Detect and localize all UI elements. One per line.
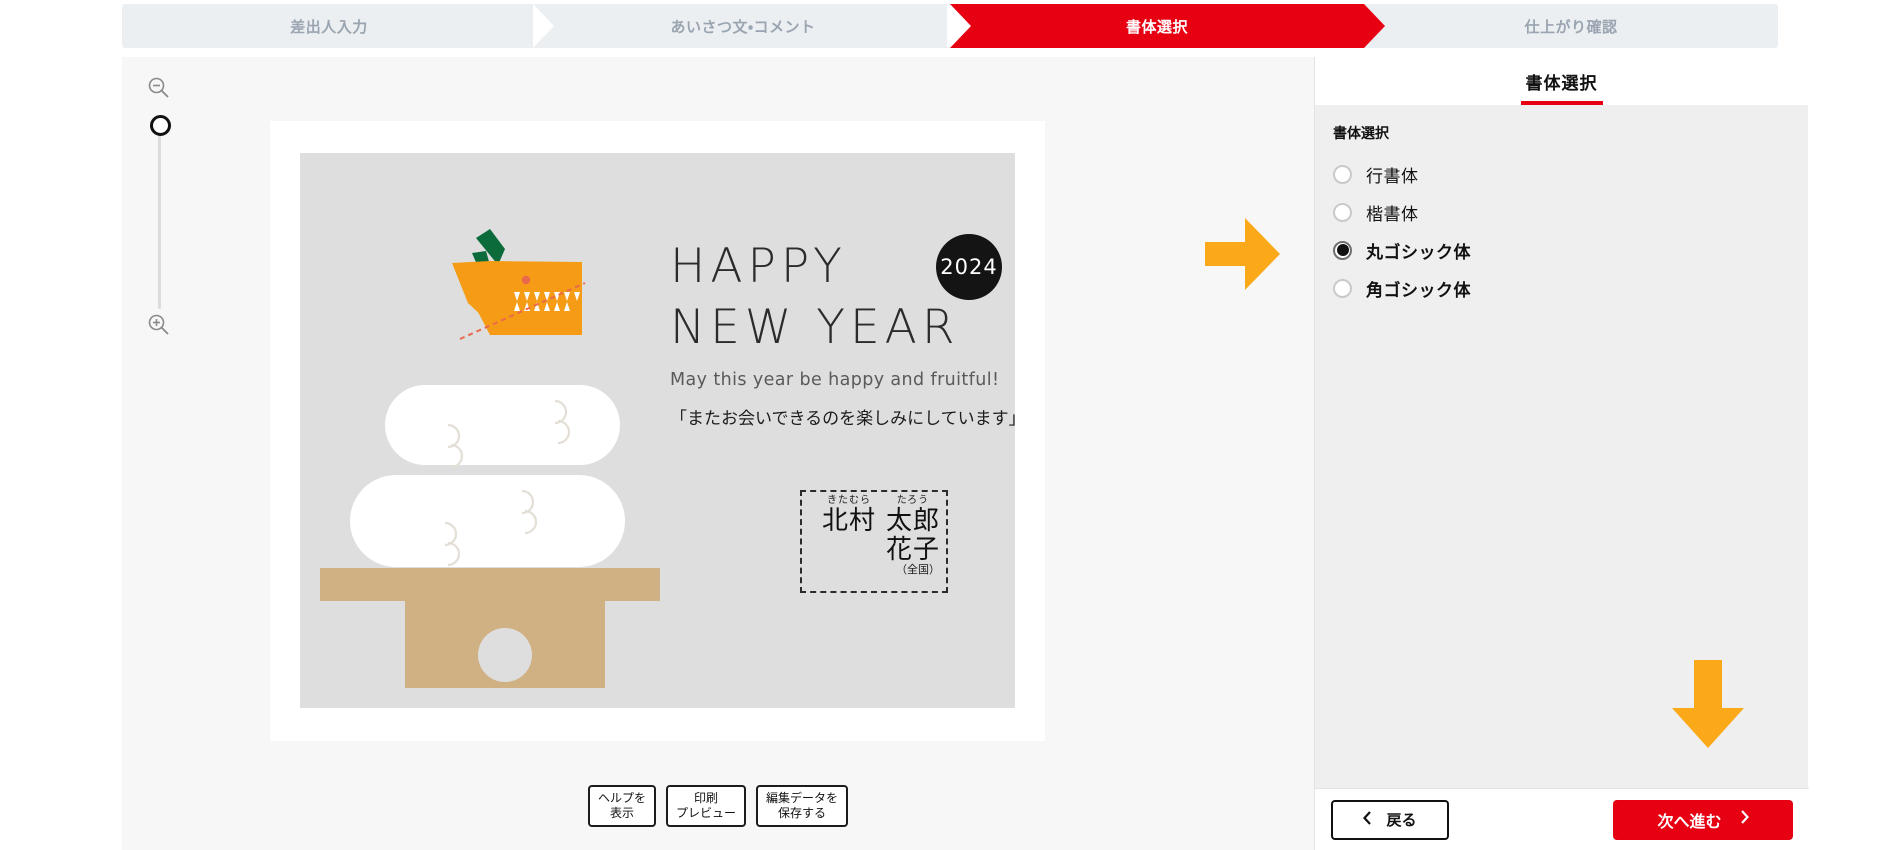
step-sender-input[interactable]: 差出人入力 (122, 4, 557, 48)
greeting-comment: 「またお会いできるのを楽しみにしています」 (670, 408, 1015, 428)
next-button[interactable]: 次へ進む (1613, 799, 1793, 840)
sender-name-box[interactable]: きたむら 北村 たろう 太郎 花子 （全国） (800, 490, 948, 593)
back-button-label: 戻る (1386, 812, 1417, 829)
name-row-primary: きたむら 北村 たろう 太郎 (806, 495, 940, 534)
step-greeting-comment[interactable]: あいさつ文・コメント (536, 4, 971, 48)
family-name-unit: きたむら 北村 (822, 495, 876, 534)
panel-title-underline (1520, 101, 1603, 105)
zoom-slider[interactable] (138, 75, 184, 355)
radio-icon-selected[interactable] (1333, 240, 1352, 260)
show-help-line1: ヘルプを (597, 791, 646, 805)
radio-option-kaishotai[interactable]: 楷書体 (1333, 193, 1808, 231)
editor-tool-row: ヘルプを 表示 印刷 プレビュー 編集データを 保存する (122, 785, 1314, 827)
magnifier-plus-icon[interactable] (146, 312, 172, 338)
app-root: 差出人入力 あいさつ文・コメント 書体選択 仕上がり確認 2024 HAPPY … (0, 0, 1900, 850)
print-preview-line2: プレビュー (675, 806, 736, 820)
show-help-button[interactable]: ヘルプを 表示 (587, 785, 656, 827)
step-label: 書体選択 (1125, 18, 1188, 36)
print-preview-button[interactable]: 印刷 プレビュー (665, 785, 746, 827)
dragon-mochi-illustration (300, 153, 680, 708)
zoom-slider-track[interactable] (158, 119, 161, 309)
name-row-secondary: 花子 (806, 535, 940, 563)
year-badge: 2024 (936, 234, 1002, 300)
step-label: 仕上がり確認 (1524, 18, 1618, 36)
step-divider-outer (533, 4, 554, 48)
print-preview-line1: 印刷 (693, 791, 718, 805)
chevron-left-icon (1363, 810, 1372, 829)
radio-icon[interactable] (1333, 202, 1352, 222)
back-button[interactable]: 戻る (1331, 799, 1449, 840)
panel-title: 書体選択 (1525, 73, 1598, 93)
region-label: （全国） (896, 564, 940, 577)
radio-icon[interactable] (1333, 164, 1352, 184)
step-label: あいさつ文・コメント (670, 18, 816, 36)
next-button-label: 次へ進む (1657, 813, 1722, 831)
step-label: 差出人入力 (290, 18, 368, 36)
editor-area: 2024 HAPPY NEW YEAR May this year be hap… (122, 57, 1314, 850)
family-name: 北村 (821, 505, 876, 535)
panel-footer: 戻る 次へ進む (1315, 788, 1809, 850)
panel-header: 書体選択 (1315, 57, 1808, 105)
save-edit-data-button[interactable]: 編集データを 保存する (756, 785, 849, 827)
given-name: 太郎 (885, 505, 940, 535)
step-arrow-left (950, 4, 971, 48)
step-final-check[interactable]: 仕上がり確認 (1364, 4, 1778, 48)
panel-body: 書体選択 行書体 楷書体 丸ゴシック体 角ゴシック体 (1315, 105, 1808, 307)
postcard-frame[interactable]: 2024 HAPPY NEW YEAR May this year be hap… (270, 121, 1045, 741)
step-divider (1364, 4, 1385, 48)
given-name-2: 花子 (885, 534, 940, 565)
radio-option-maru-gothic[interactable]: 丸ゴシック体 (1333, 231, 1808, 269)
postcard-canvas[interactable]: 2024 HAPPY NEW YEAR May this year be hap… (300, 153, 1015, 708)
arrow-right-icon (1205, 218, 1280, 295)
radio-label: 行書体 (1366, 166, 1419, 186)
step-font-selection[interactable]: 書体選択 (950, 4, 1385, 48)
arrow-down-icon (1672, 660, 1744, 753)
greeting-subline: May this year be happy and fruitful! (670, 369, 1000, 390)
radio-option-kaku-gothic[interactable]: 角ゴシック体 (1333, 269, 1808, 307)
save-edit-data-line1: 編集データを (766, 791, 839, 805)
show-help-line2: 表示 (609, 806, 634, 820)
magnifier-minus-icon[interactable] (146, 75, 172, 101)
save-edit-data-line2: 保存する (778, 806, 827, 820)
chevron-right-icon (1740, 810, 1749, 829)
radio-label: 丸ゴシック体 (1366, 242, 1471, 262)
greeting-block: 2024 HAPPY NEW YEAR May this year be hap… (670, 234, 1015, 429)
radio-label: 角ゴシック体 (1366, 280, 1471, 300)
given-name-unit: たろう 太郎 (886, 495, 940, 534)
zoom-slider-handle[interactable] (150, 115, 171, 136)
font-group-label: 書体選択 (1333, 125, 1389, 141)
radio-label: 楷書体 (1366, 204, 1419, 224)
radio-icon[interactable] (1333, 278, 1352, 298)
radio-option-gyoshotai[interactable]: 行書体 (1333, 155, 1808, 193)
heading-line-2: NEW YEAR (670, 299, 960, 355)
progress-stepper: 差出人入力 あいさつ文・コメント 書体選択 仕上がり確認 (122, 4, 1778, 48)
